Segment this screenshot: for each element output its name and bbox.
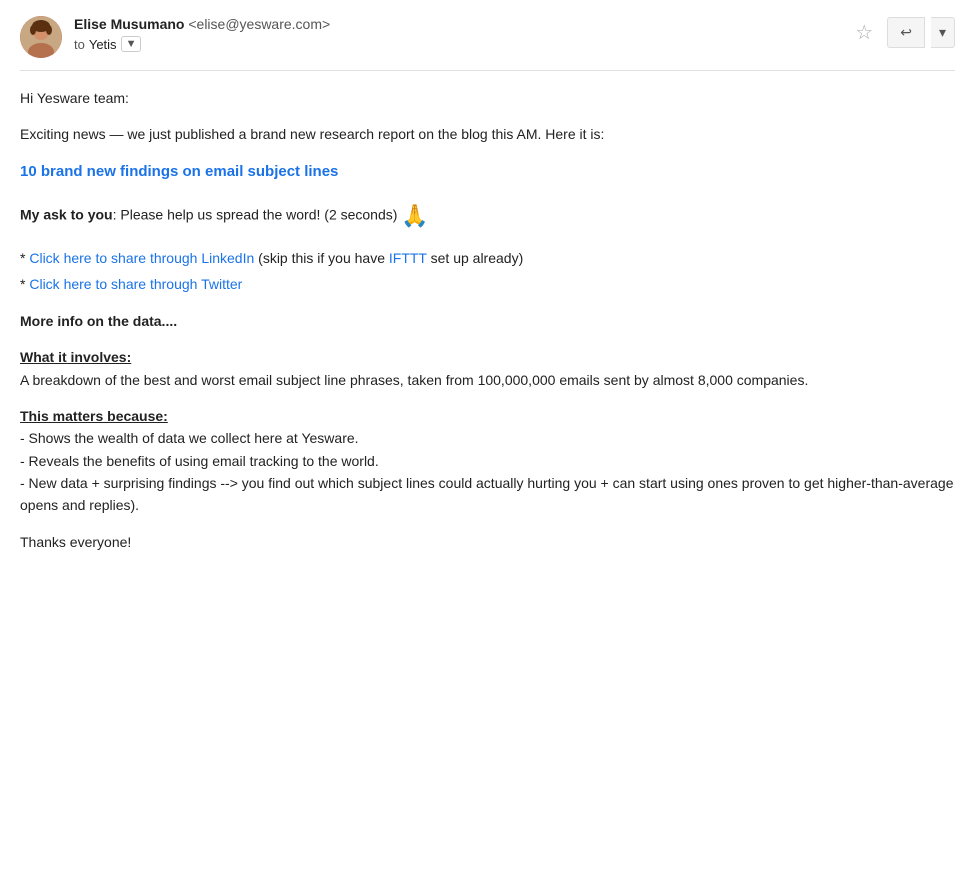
share-links: * Click here to share through LinkedIn (… bbox=[20, 247, 955, 296]
this-matters-section: This matters because: - Shows the wealth… bbox=[20, 405, 955, 517]
recipient-dropdown-button[interactable]: ▼ bbox=[121, 36, 142, 52]
closing: Thanks everyone! bbox=[20, 531, 955, 553]
star-button[interactable]: ☆ bbox=[847, 16, 881, 49]
twitter-share-line: * Click here to share through Twitter bbox=[20, 273, 955, 295]
greeting: Hi Yesware team: bbox=[20, 87, 955, 109]
to-label: to bbox=[74, 37, 85, 52]
linkedin-prefix: * bbox=[20, 250, 29, 266]
email-body: Hi Yesware team: Exciting news — we just… bbox=[20, 87, 955, 553]
sender-email: <elise@yesware.com> bbox=[188, 16, 330, 32]
ask-text: : Please help us spread the word! (2 sec… bbox=[113, 206, 398, 222]
ask-bold: My ask to you bbox=[20, 206, 113, 222]
reply-button[interactable]: ↩ bbox=[887, 17, 925, 48]
sender-display-name: Elise Musumano bbox=[74, 16, 184, 32]
this-matters-label: This matters because: bbox=[20, 408, 168, 424]
avatar bbox=[20, 16, 62, 58]
linkedin-suffix: (skip this if you have bbox=[254, 250, 389, 266]
twitter-prefix: * bbox=[20, 276, 29, 292]
what-it-involves-label: What it involves: bbox=[20, 349, 131, 365]
more-info-title: More info on the data.... bbox=[20, 310, 955, 332]
what-it-involves-text: A breakdown of the best and worst email … bbox=[20, 372, 808, 388]
email-header: Elise Musumano <elise@yesware.com> to Ye… bbox=[20, 16, 955, 71]
sender-name: Elise Musumano <elise@yesware.com> bbox=[74, 16, 330, 32]
twitter-link[interactable]: Click here to share through Twitter bbox=[29, 276, 242, 292]
linkedin-share-line: * Click here to share through LinkedIn (… bbox=[20, 247, 955, 269]
ask-paragraph: My ask to you: Please help us spread the… bbox=[20, 198, 955, 233]
bullet1: - Shows the wealth of data we collect he… bbox=[20, 430, 359, 446]
what-it-involves-section: What it involves: A breakdown of the bes… bbox=[20, 346, 955, 391]
ifttt-link[interactable]: IFTTT bbox=[389, 250, 427, 266]
more-options-button[interactable]: ▾ bbox=[931, 17, 955, 48]
bullet2: - Reveals the benefits of using email tr… bbox=[20, 453, 379, 469]
email-container: Elise Musumano <elise@yesware.com> to Ye… bbox=[0, 0, 975, 583]
praying-emoji: 🙏 bbox=[401, 203, 428, 228]
linkedin-link[interactable]: Click here to share through LinkedIn bbox=[29, 250, 254, 266]
intro-text: Exciting news — we just published a bran… bbox=[20, 123, 955, 145]
main-link[interactable]: 10 brand new findings on email subject l… bbox=[20, 160, 955, 184]
header-actions: ☆ ↩ ▾ bbox=[847, 16, 955, 49]
linkedin-end: set up already) bbox=[427, 250, 524, 266]
sender-info: Elise Musumano <elise@yesware.com> to Ye… bbox=[74, 16, 330, 52]
to-recipient: Yetis bbox=[89, 37, 117, 52]
more-info-label: More info on the data.... bbox=[20, 313, 177, 329]
to-line: to Yetis ▼ bbox=[74, 36, 330, 52]
bullet3: - New data + surprising findings --> you… bbox=[20, 475, 953, 513]
header-left: Elise Musumano <elise@yesware.com> to Ye… bbox=[20, 16, 330, 58]
